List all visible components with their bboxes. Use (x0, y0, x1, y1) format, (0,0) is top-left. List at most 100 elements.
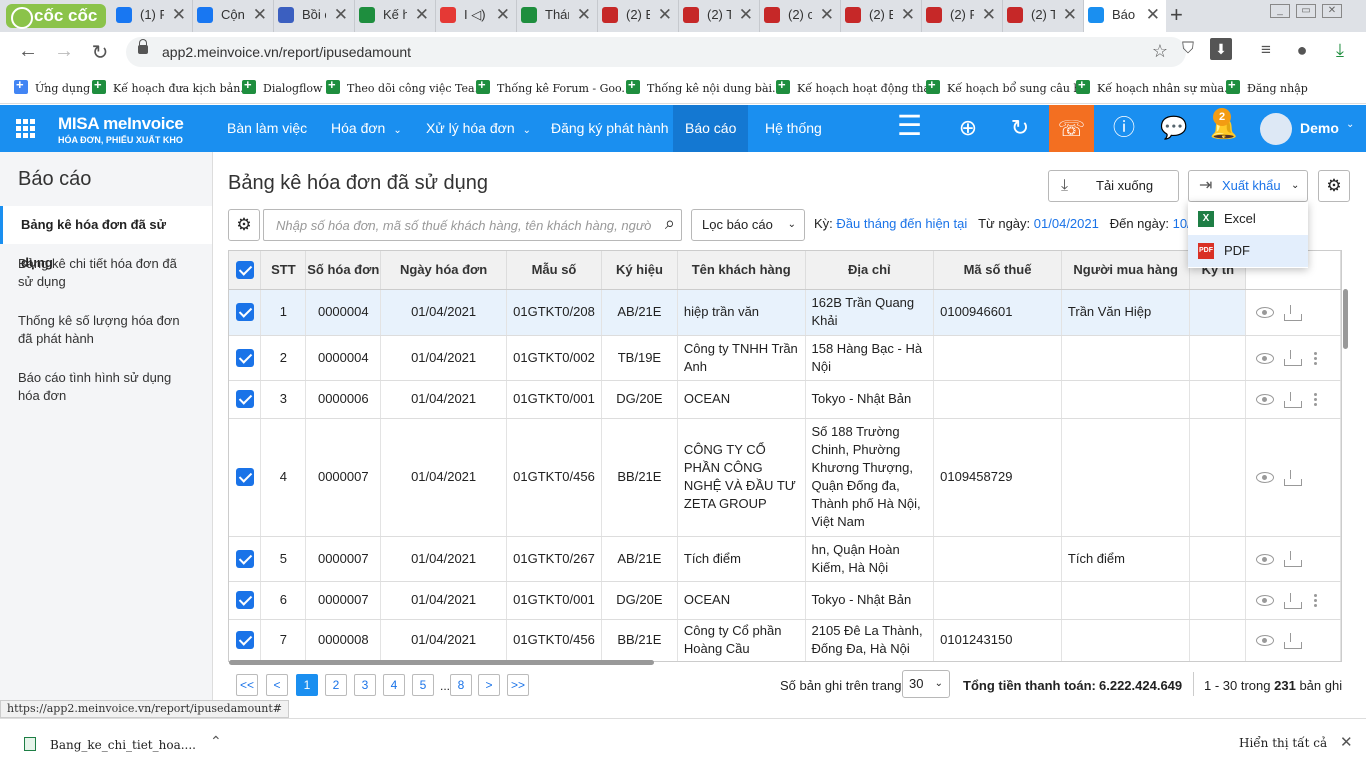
restore-icon[interactable]: ▭ (1296, 4, 1316, 18)
playlist-icon[interactable]: ≡ (1254, 40, 1278, 60)
download-button[interactable]: ⤓ Tải xuống (1048, 170, 1179, 202)
help-icon[interactable]: ⓘ (1112, 117, 1136, 141)
chevron-up-icon[interactable]: ⌃ (210, 733, 222, 750)
download-icon[interactable] (1284, 469, 1303, 486)
download-icon[interactable] (1284, 632, 1303, 649)
page-button[interactable]: 4 (383, 674, 405, 696)
close-tab-icon[interactable]: ✕ (901, 0, 915, 30)
bookmark-item[interactable]: Kế hoạch hoạt động thá... (776, 77, 941, 95)
reload-icon[interactable]: ↻ (88, 40, 112, 65)
menu-item[interactable]: Bàn làm việc (215, 105, 319, 152)
forward-icon[interactable]: → (52, 40, 76, 63)
browser-tab[interactable]: Kế h ✕ (355, 0, 436, 32)
sidebar-item-used-invoices[interactable]: Bảng kê hóa đơn đã sử dụng (0, 206, 212, 270)
per-page-select[interactable]: 30 ⌄ (902, 670, 950, 698)
close-tab-icon[interactable]: ✕ (496, 0, 510, 30)
more-vertical-icon[interactable] (1314, 391, 1318, 408)
user-chevron-down-icon[interactable]: ⌄ (1346, 119, 1354, 130)
vertical-scrollbar[interactable] (1343, 289, 1348, 349)
more-vertical-icon[interactable] (1314, 592, 1318, 609)
download-file-name[interactable]: Bang_ke_chi_tiet_hoa.... (50, 738, 196, 752)
chat-icon[interactable]: 💬 (1160, 117, 1187, 141)
close-tab-icon[interactable]: ✕ (253, 0, 267, 30)
search-input[interactable]: Nhập số hóa đơn, mã số thuế khách hàng, … (263, 209, 682, 241)
export-button[interactable]: ⇥ Xuất khẩu ⌄ (1188, 170, 1308, 202)
show-all-downloads[interactable]: Hiển thị tất cả (1239, 736, 1327, 750)
download-manager-icon[interactable]: ⬇ (1210, 38, 1232, 60)
menu-item[interactable]: Hóa đơn ⌄ (319, 105, 414, 152)
table-row[interactable]: 2 0000004 01/04/2021 01GTKT0/002 TB/19E Công … (229, 335, 1341, 381)
bookmark-item[interactable]: Dialogflow (242, 77, 322, 95)
new-tab-icon[interactable]: + (1170, 0, 1183, 30)
browser-tab[interactable]: (2) T ✕ (1003, 0, 1084, 32)
view-eye-icon[interactable] (1256, 394, 1275, 406)
app-logo[interactable]: MISA meInvoice (58, 114, 184, 134)
close-tab-icon[interactable]: ✕ (820, 0, 834, 30)
export-pdf-option[interactable]: PDF PDF (1188, 235, 1308, 267)
row-checkbox[interactable] (235, 303, 254, 322)
refresh-icon[interactable]: ↻ (1008, 117, 1032, 141)
page-button[interactable]: 3 (354, 674, 376, 696)
browser-tab[interactable]: (1) F ✕ (112, 0, 193, 32)
bookmark-item[interactable]: Thống kê nội dung bài... (626, 77, 783, 95)
view-eye-icon[interactable] (1256, 352, 1275, 364)
bookmark-item[interactable]: Kế hoạch bổ sung câu h... (926, 77, 1091, 95)
browser-tab[interactable]: (2) E ✕ (841, 0, 922, 32)
url-field[interactable]: app2.meinvoice.vn/report/ipusedamount ☆ (126, 37, 1186, 67)
hamburger-icon[interactable]: ☰ (897, 112, 922, 140)
table-row[interactable]: 4 0000007 01/04/2021 01GTKT0/456 BB/21E CÔNG … (229, 418, 1341, 537)
phone-icon[interactable]: ☏ (1049, 105, 1094, 152)
profile-icon[interactable]: ● (1290, 40, 1314, 61)
close-window-icon[interactable]: ✕ (1322, 4, 1342, 18)
user-name[interactable]: Demo (1300, 120, 1339, 136)
report-filter-dropdown[interactable]: Lọc báo cáo ⌄ (691, 209, 805, 241)
browser-tab[interactable]: Báo ✕ (1084, 0, 1166, 32)
close-tab-icon[interactable]: ✕ (1146, 0, 1160, 30)
browser-tab[interactable]: Thán ✕ (517, 0, 598, 32)
close-icon[interactable]: ✕ (1340, 733, 1353, 751)
search-icon[interactable]: ⌕ (665, 213, 675, 234)
menu-item[interactable]: Xử lý hóa đơn ⌄ (414, 105, 543, 152)
download-icon[interactable] (1284, 592, 1303, 609)
page-button[interactable]: 5 (412, 674, 434, 696)
page-button[interactable]: << (236, 674, 258, 696)
download-icon[interactable] (1284, 391, 1303, 408)
browser-tab[interactable]: Bồi c ✕ (274, 0, 355, 32)
column-header[interactable]: Người mua hàng (1061, 251, 1191, 290)
star-icon[interactable]: ☆ (1152, 41, 1168, 62)
column-header[interactable]: Số hóa đơn (305, 251, 382, 290)
bookmark-item[interactable]: Kế hoạch nhân sự mùa... (1076, 77, 1235, 95)
row-checkbox[interactable] (235, 631, 254, 650)
column-header[interactable]: Địa chỉ (805, 251, 935, 290)
column-header[interactable]: STT (260, 251, 307, 290)
export-excel-option[interactable]: X Excel (1188, 203, 1308, 235)
page-button[interactable]: 2 (325, 674, 347, 696)
app-grid-icon[interactable] (16, 119, 36, 139)
bookmark-item[interactable]: Ứng dụng (14, 77, 90, 95)
view-eye-icon[interactable] (1256, 307, 1275, 319)
browser-tab[interactable]: (2) T ✕ (679, 0, 760, 32)
add-circle-icon[interactable]: ⊕ (956, 117, 980, 141)
close-tab-icon[interactable]: ✕ (739, 0, 753, 30)
row-checkbox[interactable] (235, 549, 254, 568)
bookmark-item[interactable]: Đăng nhập (1226, 77, 1308, 95)
sidebar-item-detailed-used-invoices[interactable]: Bảng kê chi tiết hóa đơn đã sử dụng (0, 255, 212, 291)
browser-tab[interactable]: (2) c ✕ (760, 0, 841, 32)
page-button[interactable]: > (478, 674, 500, 696)
browser-tab[interactable]: (2) F ✕ (922, 0, 1003, 32)
shield-icon[interactable]: ⛉ (1176, 40, 1200, 58)
download-icon[interactable] (1284, 304, 1303, 321)
close-tab-icon[interactable]: ✕ (1063, 0, 1077, 30)
browser-tab[interactable]: Cộng ✕ (193, 0, 274, 32)
menu-item[interactable]: Báo cáo (673, 105, 749, 152)
avatar[interactable] (1260, 113, 1292, 145)
view-eye-icon[interactable] (1256, 635, 1275, 647)
row-checkbox[interactable] (235, 348, 254, 367)
row-checkbox[interactable] (235, 468, 254, 487)
view-eye-icon[interactable] (1256, 553, 1275, 565)
view-eye-icon[interactable] (1256, 595, 1275, 607)
browser-tab[interactable]: (2) E ✕ (598, 0, 679, 32)
table-row[interactable]: 6 0000007 01/04/2021 01GTKT0/001 DG/20E OCEAN… (229, 581, 1341, 620)
table-row[interactable]: 1 0000004 01/04/2021 01GTKT0/208 AB/21E hiệp … (229, 289, 1341, 336)
close-tab-icon[interactable]: ✕ (658, 0, 672, 30)
